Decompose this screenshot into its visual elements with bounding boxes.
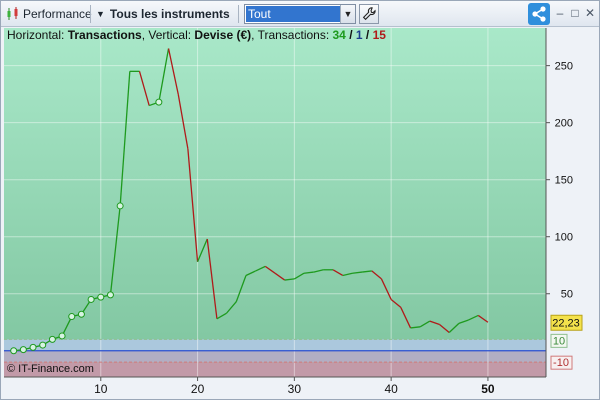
header-vertical-value: Devise (€) xyxy=(194,28,251,42)
header-separator: / xyxy=(363,28,373,42)
toolbar: Performance ▼ Tous les instruments Tout … xyxy=(1,1,599,27)
x-tick-label: 10 xyxy=(94,382,108,396)
data-point-marker xyxy=(97,293,105,301)
header-separator: / xyxy=(346,28,356,42)
dropdown-arrow-icon[interactable]: ▼ xyxy=(340,5,355,23)
y-tick-label: 250 xyxy=(555,61,573,73)
data-point-marker xyxy=(19,346,27,354)
data-point-marker xyxy=(58,332,66,340)
header-wins: 34 xyxy=(333,28,347,42)
minimize-icon[interactable]: – xyxy=(553,5,567,21)
maximize-icon[interactable]: □ xyxy=(568,5,582,21)
instruments-dropdown[interactable]: ▼ Tous les instruments xyxy=(96,1,230,27)
settings-button[interactable] xyxy=(359,4,379,24)
data-point-marker xyxy=(39,341,47,349)
data-point-marker xyxy=(10,347,18,355)
current-value-tag: 22,23 xyxy=(550,314,583,331)
plot-background xyxy=(4,28,546,377)
data-point-marker xyxy=(29,343,37,351)
x-tick-label: 30 xyxy=(288,382,302,396)
y-tick-label: 100 xyxy=(555,232,573,244)
copyright-text: © IT-Finance.com xyxy=(7,363,94,375)
data-point-marker xyxy=(68,313,76,321)
x-tick-label: 20 xyxy=(191,382,205,396)
x-tick-label: 50 xyxy=(481,382,495,396)
filter-select[interactable]: Tout ▼ xyxy=(244,4,356,24)
upper-band-tag: 10 xyxy=(550,333,568,348)
current-value-label: 22,23 xyxy=(552,317,580,329)
instruments-label: Tous les instruments xyxy=(109,7,230,21)
data-point-marker xyxy=(87,295,95,303)
filter-selected-value: Tout xyxy=(246,6,341,22)
header-losses: 15 xyxy=(373,28,387,42)
y-tick-label: 200 xyxy=(555,118,573,130)
header-transactions-prefix: , Transactions: xyxy=(251,28,332,42)
upper-band-label: 10 xyxy=(553,335,565,347)
performance-label: Performance xyxy=(23,7,92,21)
performance-window: Performance ▼ Tous les instruments Tout … xyxy=(0,0,600,400)
data-point-marker xyxy=(106,291,114,299)
x-tick-label: 40 xyxy=(384,382,398,396)
share-button[interactable] xyxy=(528,3,550,25)
y-tick-label: 50 xyxy=(561,289,573,301)
header-horizontal-prefix: Horizontal: xyxy=(7,28,68,42)
caret-down-icon: ▼ xyxy=(96,9,105,19)
data-point-marker xyxy=(155,98,163,106)
candlestick-icon xyxy=(7,7,18,20)
chart-header: Horizontal: Transactions, Vertical: Devi… xyxy=(7,28,386,42)
toolbar-separator xyxy=(90,5,91,23)
performance-menu[interactable]: Performance xyxy=(23,1,92,27)
share-icon xyxy=(532,6,546,22)
header-vertical-prefix: , Vertical: xyxy=(142,28,195,42)
wrench-icon xyxy=(362,7,376,21)
y-tick-label: 150 xyxy=(555,175,573,187)
data-point-marker xyxy=(48,335,56,343)
lower-band-tag: -10 xyxy=(550,355,573,370)
data-point-marker xyxy=(77,310,85,318)
close-icon[interactable]: ✕ xyxy=(583,5,597,21)
lower-band-label: -10 xyxy=(553,357,569,369)
chart-area[interactable]: 10 20 30 40 50 50 100 150 200 250 22,23 10 -10 Hori… xyxy=(4,28,598,398)
upper-band-zone xyxy=(4,339,546,351)
lower-band-zone xyxy=(4,350,546,363)
toolbar-separator xyxy=(238,5,239,23)
header-horizontal-value: Transactions xyxy=(68,28,142,42)
data-point-marker xyxy=(116,202,124,210)
performance-chart[interactable]: 10 20 30 40 50 50 100 150 200 250 22,23 10 -10 Hori… xyxy=(4,28,598,398)
